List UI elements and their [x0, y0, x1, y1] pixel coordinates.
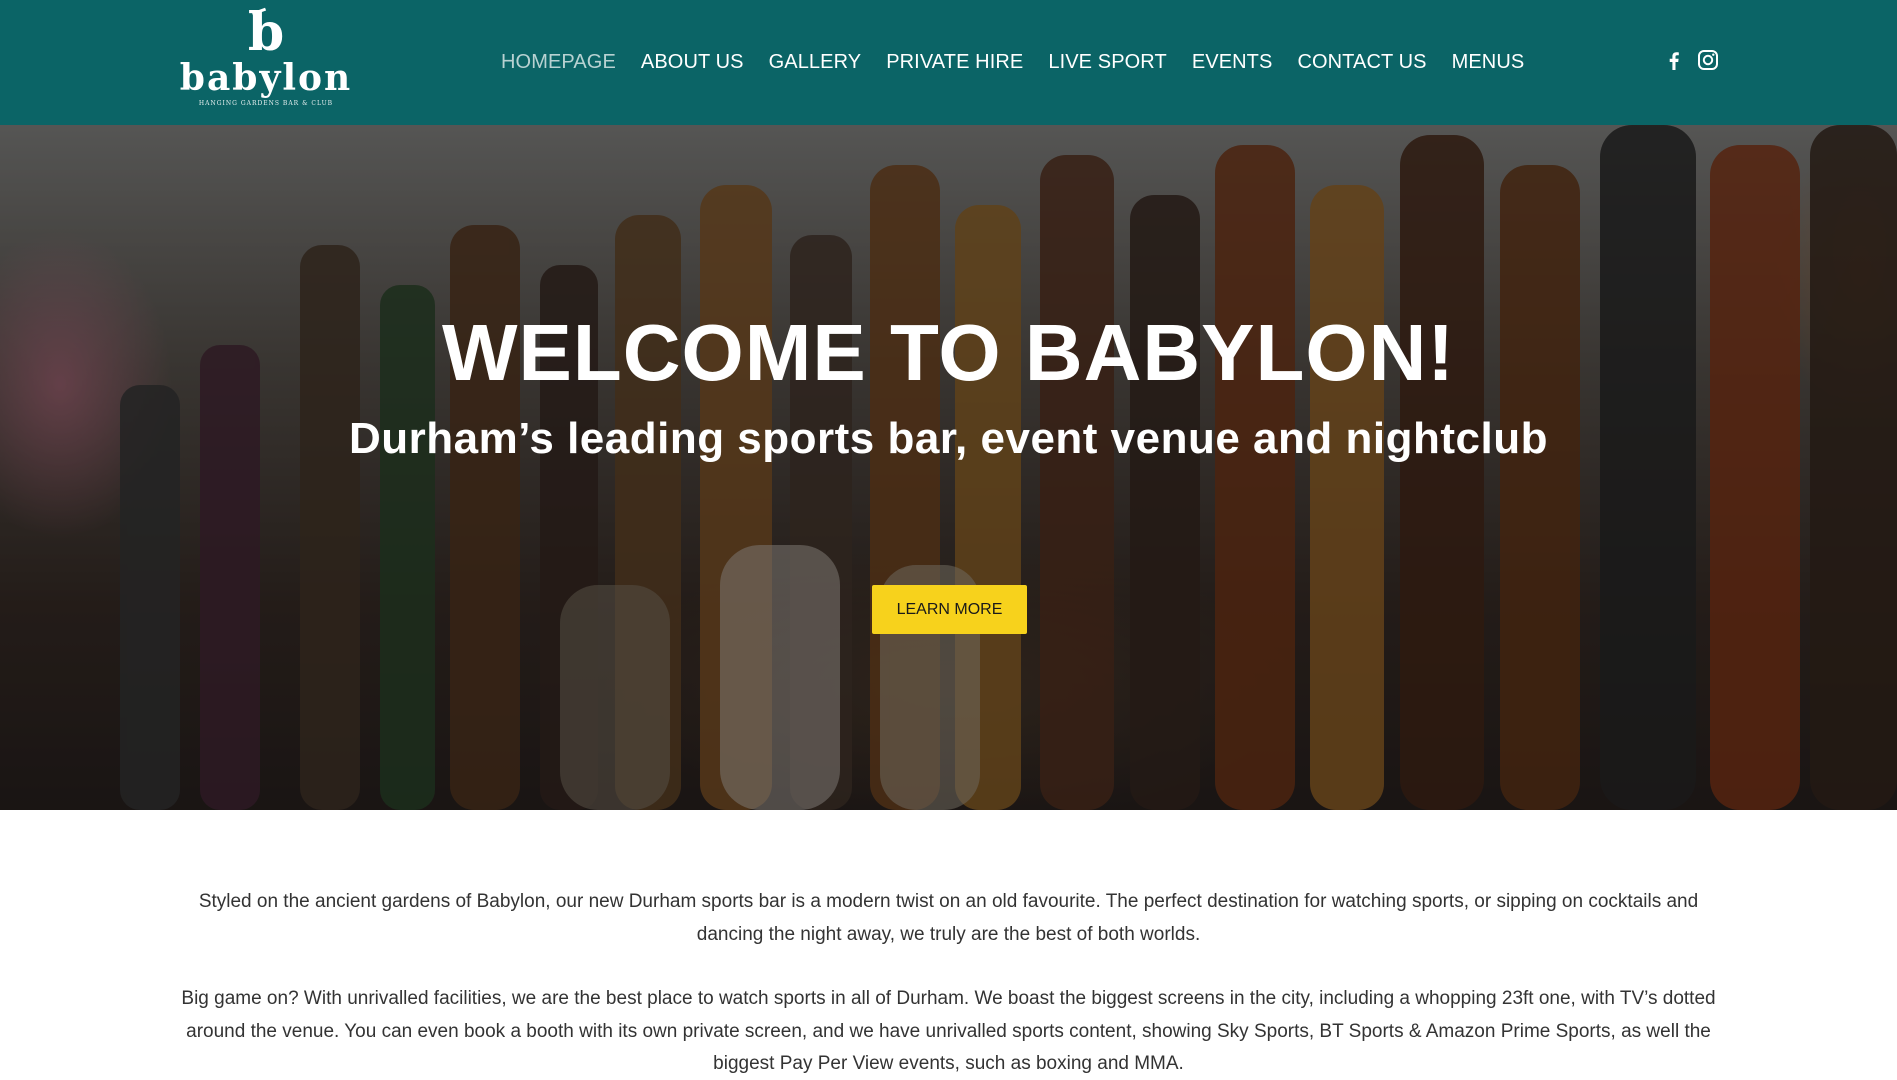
hero-title: WELCOME TO BABYLON! [441, 308, 1456, 397]
nav-item-gallery[interactable]: GALLERY [769, 51, 862, 74]
logo-mark: b [247, 2, 285, 63]
nav-item-live-sport[interactable]: LIVE SPORT [1048, 51, 1166, 74]
nav-item-menus[interactable]: MENUS [1452, 51, 1525, 74]
instagram-icon[interactable] [1696, 48, 1720, 72]
intro-section: Styled on the ancient gardens of Babylon… [180, 886, 1717, 1080]
nav-item-contact-us[interactable]: CONTACT US [1297, 51, 1426, 74]
nav-item-homepage[interactable]: HOMEPAGE [501, 51, 616, 74]
nav-item-events[interactable]: EVENTS [1192, 51, 1273, 74]
social-links [1662, 48, 1720, 72]
hero-banner: WELCOME TO BABYLON! Durham’s leading spo… [0, 125, 1897, 810]
hero-overlay [0, 125, 1897, 810]
logo-tagline: HANGING GARDENS BAR & CLUB [198, 100, 334, 107]
main-nav: HOMEPAGE ABOUT US GALLERY PRIVATE HIRE L… [501, 0, 1524, 125]
facebook-icon[interactable] [1662, 48, 1686, 72]
site-header: b babylon HANGING GARDENS BAR & CLUB HOM… [0, 0, 1897, 125]
hero-subtitle: Durham’s leading sports bar, event venue… [349, 414, 1548, 463]
intro-paragraph: Styled on the ancient gardens of Babylon… [198, 891, 1699, 945]
nav-item-about-us[interactable]: ABOUT US [641, 51, 744, 74]
learn-more-button[interactable]: LEARN MORE [872, 585, 1027, 634]
intro-paragraph: Big game on? With unrivalled facilities,… [181, 988, 1716, 1074]
babylon-logo[interactable]: b babylon HANGING GARDENS BAR & CLUB [180, 2, 350, 112]
logo-wordmark: babylon [179, 57, 353, 99]
nav-item-private-hire[interactable]: PRIVATE HIRE [886, 51, 1023, 74]
